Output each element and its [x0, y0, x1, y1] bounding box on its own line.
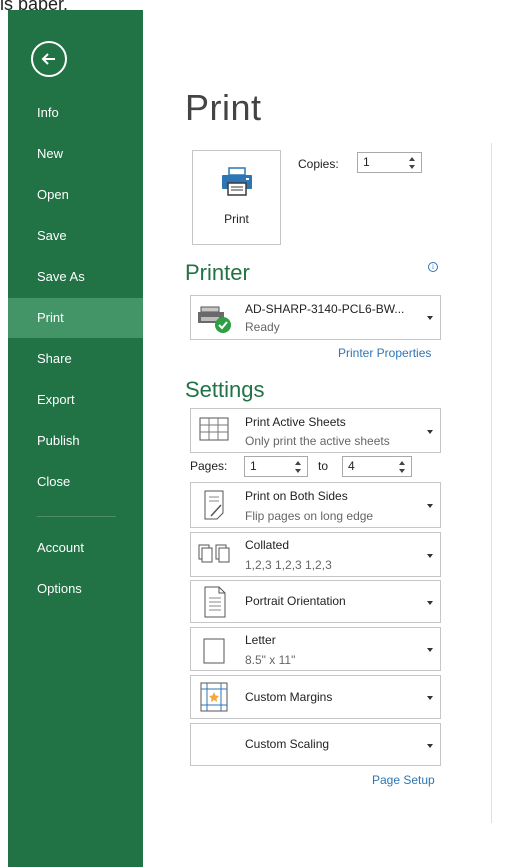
printer-ready-icon	[198, 306, 231, 333]
pages-from-input[interactable]: 1	[244, 456, 308, 477]
back-button[interactable]	[31, 41, 67, 77]
printer-properties-link[interactable]: Printer Properties	[338, 346, 431, 360]
paper-size-title: Letter	[245, 633, 276, 647]
scaling-title: Custom Scaling	[245, 737, 330, 751]
collate-desc: 1,2,3 1,2,3 1,2,3	[245, 558, 332, 572]
collated-pages-icon	[198, 544, 230, 563]
pages-to-value: 4	[348, 459, 355, 473]
chevron-down-icon	[427, 744, 433, 748]
collate-dropdown[interactable]: Collated 1,2,3 1,2,3 1,2,3	[190, 532, 441, 577]
print-what-dropdown[interactable]: Print Active Sheets Only print the activ…	[190, 408, 441, 453]
page-title: Print	[185, 87, 262, 128]
printer-dropdown[interactable]: AD-SHARP-3140-PCL6-BW... Ready	[190, 295, 441, 340]
nav-publish[interactable]: Publish	[8, 421, 143, 461]
printer-status: Ready	[245, 320, 280, 334]
spinner-arrows-icon[interactable]	[397, 458, 407, 476]
paper-size-icon	[203, 638, 225, 664]
nav-save-as[interactable]: Save As	[8, 257, 143, 297]
nav-print[interactable]: Print	[8, 298, 143, 338]
collate-title: Collated	[245, 538, 290, 552]
chevron-down-icon	[427, 696, 433, 700]
nav-account[interactable]: Account	[8, 528, 143, 568]
pages-to-label: to	[318, 459, 329, 473]
duplex-page-icon	[204, 490, 224, 520]
page-setup-link[interactable]: Page Setup	[372, 773, 435, 787]
nav-export[interactable]: Export	[8, 380, 143, 420]
paper-size-desc: 8.5" x 11"	[245, 653, 296, 667]
nav-close[interactable]: Close	[8, 462, 143, 502]
nav-open[interactable]: Open	[8, 175, 143, 215]
nav-options[interactable]: Options	[8, 569, 143, 609]
pages-to-input[interactable]: 4	[342, 456, 412, 477]
nav-share[interactable]: Share	[8, 339, 143, 379]
print-what-desc: Only print the active sheets	[245, 434, 390, 448]
chevron-down-icon	[427, 648, 433, 652]
backstage-sidebar: Info New Open Save Save As Print Share E…	[8, 10, 143, 867]
chevron-down-icon	[427, 316, 433, 320]
pages-label: Pages:	[190, 459, 228, 473]
nav-divider	[37, 516, 116, 517]
info-icon[interactable]: i	[428, 262, 438, 272]
orientation-dropdown[interactable]: Portrait Orientation	[190, 580, 441, 623]
printer-icon	[222, 167, 252, 196]
spinner-arrows-icon[interactable]	[407, 154, 417, 172]
settings-heading: Settings	[185, 377, 265, 402]
sides-desc: Flip pages on long edge	[245, 509, 374, 523]
print-button-label: Print	[224, 212, 249, 226]
portrait-page-icon	[204, 586, 226, 618]
pages-from-value: 1	[250, 459, 257, 473]
chevron-down-icon	[427, 504, 433, 508]
nav-save[interactable]: Save	[8, 216, 143, 256]
chevron-down-icon	[427, 554, 433, 558]
margins-icon	[200, 682, 228, 712]
margins-dropdown[interactable]: Custom Margins	[190, 675, 441, 719]
nav-new[interactable]: New	[8, 134, 143, 174]
sides-dropdown[interactable]: Print on Both Sides Flip pages on long e…	[190, 482, 441, 528]
paper-size-dropdown[interactable]: Letter 8.5" x 11"	[190, 627, 441, 671]
sides-title: Print on Both Sides	[245, 489, 348, 503]
nav-info[interactable]: Info	[8, 93, 143, 133]
sheet-grid-icon	[199, 417, 229, 441]
print-button[interactable]: Print	[192, 150, 281, 245]
printer-heading: Printer	[185, 260, 250, 285]
chevron-down-icon	[427, 430, 433, 434]
copies-value: 1	[363, 155, 370, 169]
printer-name: AD-SHARP-3140-PCL6-BW...	[245, 302, 405, 316]
orientation-title: Portrait Orientation	[245, 594, 346, 608]
back-arrow-icon	[41, 53, 55, 65]
copies-label: Copies:	[298, 157, 339, 171]
margins-title: Custom Margins	[245, 690, 333, 704]
chevron-down-icon	[427, 601, 433, 605]
print-what-title: Print Active Sheets	[245, 415, 346, 429]
copies-input[interactable]: 1	[357, 152, 422, 173]
scaling-dropdown[interactable]: Custom Scaling	[190, 723, 441, 766]
spinner-arrows-icon[interactable]	[293, 458, 303, 476]
preview-divider	[491, 143, 492, 823]
